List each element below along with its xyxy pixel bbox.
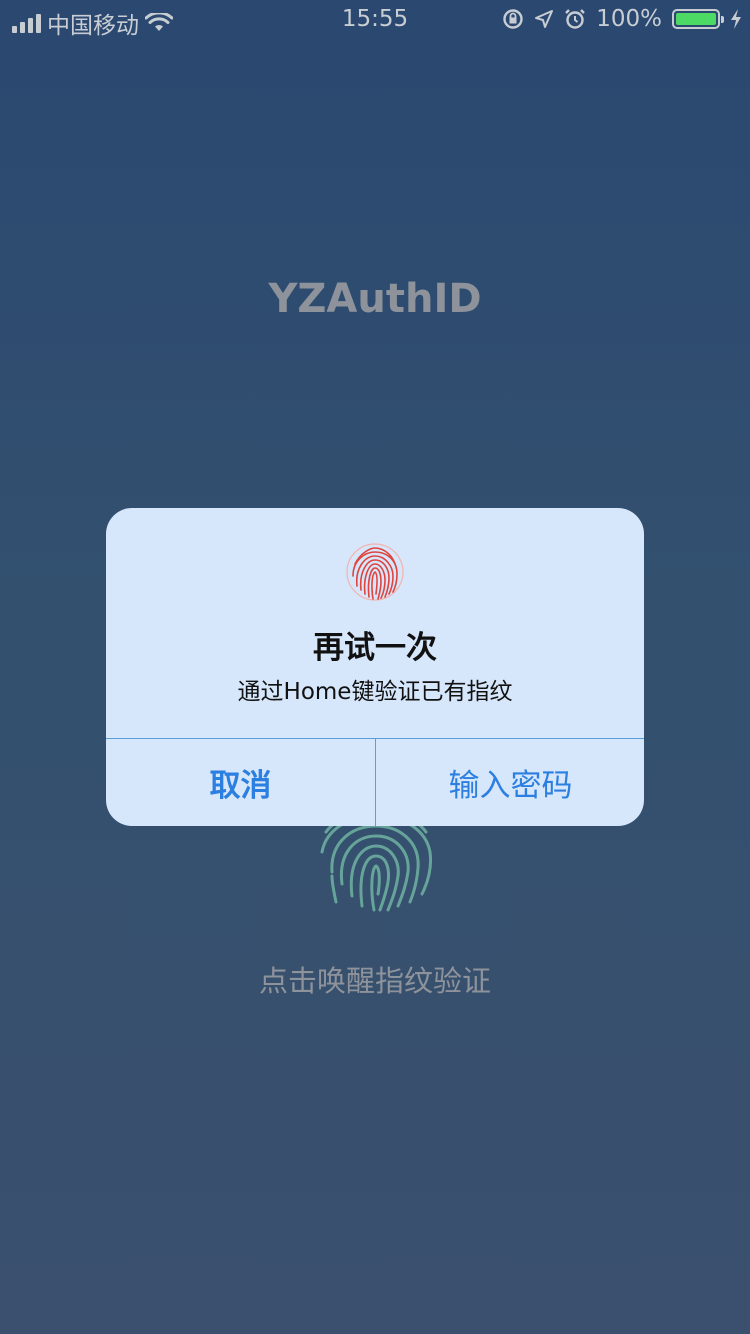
cancel-button[interactable]: 取消 bbox=[106, 739, 375, 826]
status-bar: 中国移动 15:55 100% bbox=[0, 0, 750, 40]
enter-password-button[interactable]: 输入密码 bbox=[376, 739, 644, 826]
wake-fingerprint-hint[interactable]: 点击唤醒指纹验证 bbox=[0, 958, 750, 1000]
app-title: YZAuthID bbox=[268, 276, 482, 322]
fingerprint-icon[interactable] bbox=[318, 812, 434, 912]
orientation-lock-icon bbox=[503, 9, 523, 29]
alarm-icon bbox=[565, 9, 586, 29]
location-icon bbox=[535, 10, 554, 28]
charging-icon bbox=[731, 9, 741, 29]
battery-percent: 100% bbox=[596, 6, 662, 32]
alert-message: 通过Home键验证已有指纹 bbox=[237, 679, 513, 705]
touchid-alert: 再试一次 通过Home键验证已有指纹 取消 输入密码 bbox=[106, 508, 644, 826]
battery-icon bbox=[672, 9, 724, 29]
alert-title: 再试一次 bbox=[313, 630, 437, 666]
fingerprint-icon bbox=[346, 543, 404, 601]
status-right: 100% bbox=[502, 6, 742, 32]
